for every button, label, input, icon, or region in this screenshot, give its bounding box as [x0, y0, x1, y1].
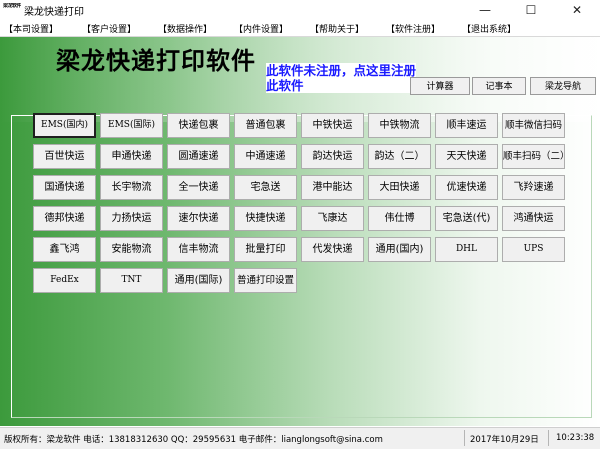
app-heading: 梁龙快递打印软件 [56, 46, 256, 75]
courier-button[interactable]: 伟仕博 [368, 206, 431, 231]
status-date: 2017年10月29日 [470, 435, 539, 445]
status-divider [548, 430, 549, 446]
courier-button[interactable]: 通用(国际) [167, 268, 230, 293]
courier-button[interactable]: 全一快递 [167, 175, 230, 200]
courier-button[interactable]: 力扬快运 [100, 206, 163, 231]
courier-button[interactable]: 顺丰扫码（二） [502, 144, 565, 169]
courier-button[interactable]: 安能物流 [100, 237, 163, 262]
courier-button[interactable]: 天天快递 [435, 144, 498, 169]
courier-button[interactable]: 通用(国内) [368, 237, 431, 262]
status-bar: 版权所有：梁龙软件 电话：13818312630 QQ：29595631 电子邮… [0, 427, 600, 449]
courier-button[interactable]: 宅急送 [234, 175, 297, 200]
courier-button[interactable]: EMS(国内) [33, 113, 96, 138]
menu-help-about[interactable]: 【帮助关于】 [310, 22, 364, 35]
menu-software-register[interactable]: 【软件注册】 [386, 22, 440, 35]
title-bar: 梁龙软件 梁龙快递打印 — ☐ ✕ [0, 0, 600, 20]
courier-button[interactable]: 港中能达 [301, 175, 364, 200]
courier-button[interactable]: 快捷快递 [234, 206, 297, 231]
courier-button[interactable]: 飞羚速递 [502, 175, 565, 200]
close-button[interactable]: ✕ [554, 0, 600, 20]
courier-button[interactable]: 申通快递 [100, 144, 163, 169]
status-time: 10:23:38 [556, 433, 595, 443]
maximize-icon: ☐ [525, 3, 537, 17]
courier-button[interactable]: 大田快递 [368, 175, 431, 200]
register-link[interactable]: 此软件未注册，点这里注册此软件 [266, 63, 416, 93]
notepad-button[interactable]: 记事本 [472, 77, 526, 95]
courier-button[interactable]: 中铁快运 [301, 113, 364, 138]
courier-button[interactable]: 顺丰微信扫码 [502, 113, 565, 138]
courier-button[interactable]: 鸿通快运 [502, 206, 565, 231]
status-divider [464, 430, 465, 446]
courier-button[interactable]: 代发快递 [301, 237, 364, 262]
courier-button[interactable]: 优速快递 [435, 175, 498, 200]
courier-button[interactable]: 速尔快递 [167, 206, 230, 231]
minimize-icon: — [479, 3, 491, 17]
courier-button[interactable]: TNT [100, 268, 163, 293]
courier-button[interactable]: 中通速递 [234, 144, 297, 169]
courier-button[interactable]: DHL [435, 237, 498, 262]
window-title: 梁龙快递打印 [24, 7, 84, 18]
courier-button[interactable]: 中铁物流 [368, 113, 431, 138]
navigation-button[interactable]: 梁龙导航 [530, 77, 596, 95]
courier-button[interactable]: 飞康达 [301, 206, 364, 231]
status-copyright: 版权所有：梁龙软件 电话：13818312630 QQ：29595631 电子邮… [4, 435, 383, 445]
courier-button[interactable]: FedEx [33, 268, 96, 293]
courier-button[interactable]: 圆通速递 [167, 144, 230, 169]
courier-button[interactable]: UPS [502, 237, 565, 262]
courier-button[interactable]: 德邦快递 [33, 206, 96, 231]
courier-button[interactable]: 普通包裹 [234, 113, 297, 138]
courier-grid: EMS(国内) EMS(国际) 快递包裹 普通包裹 中铁快运 中铁物流 顺丰速运… [33, 113, 565, 293]
courier-button[interactable]: EMS(国际) [100, 113, 163, 138]
menu-data-operations[interactable]: 【数据操作】 [158, 22, 212, 35]
menu-item-settings[interactable]: 【内件设置】 [234, 22, 288, 35]
menu-customer-settings[interactable]: 【客户设置】 [82, 22, 136, 35]
menu-bar: 【本司设置】 【客户设置】 【数据操作】 【内件设置】 【帮助关于】 【软件注册… [0, 20, 600, 37]
courier-button[interactable]: 信丰物流 [167, 237, 230, 262]
courier-button[interactable]: 顺丰速运 [435, 113, 498, 138]
maximize-button[interactable]: ☐ [508, 0, 554, 20]
courier-button[interactable]: 百世快运 [33, 144, 96, 169]
menu-exit[interactable]: 【退出系统】 [462, 22, 516, 35]
app-logo-icon: 梁龙软件 [3, 3, 21, 9]
courier-button[interactable]: 长宇物流 [100, 175, 163, 200]
calculator-button[interactable]: 计算器 [410, 77, 470, 95]
print-settings-button[interactable]: 普通打印设置 [234, 268, 297, 293]
minimize-button[interactable]: — [462, 0, 508, 20]
courier-button[interactable]: 宅急送(代) [435, 206, 498, 231]
courier-button[interactable]: 国通快递 [33, 175, 96, 200]
batch-print-button[interactable]: 批量打印 [234, 237, 297, 262]
close-icon: ✕ [571, 3, 583, 17]
courier-button[interactable]: 韵达快运 [301, 144, 364, 169]
courier-button[interactable]: 快递包裹 [167, 113, 230, 138]
courier-button[interactable]: 鑫飞鸿 [33, 237, 96, 262]
menu-company-settings[interactable]: 【本司设置】 [4, 22, 58, 35]
courier-button[interactable]: 韵达（二） [368, 144, 431, 169]
